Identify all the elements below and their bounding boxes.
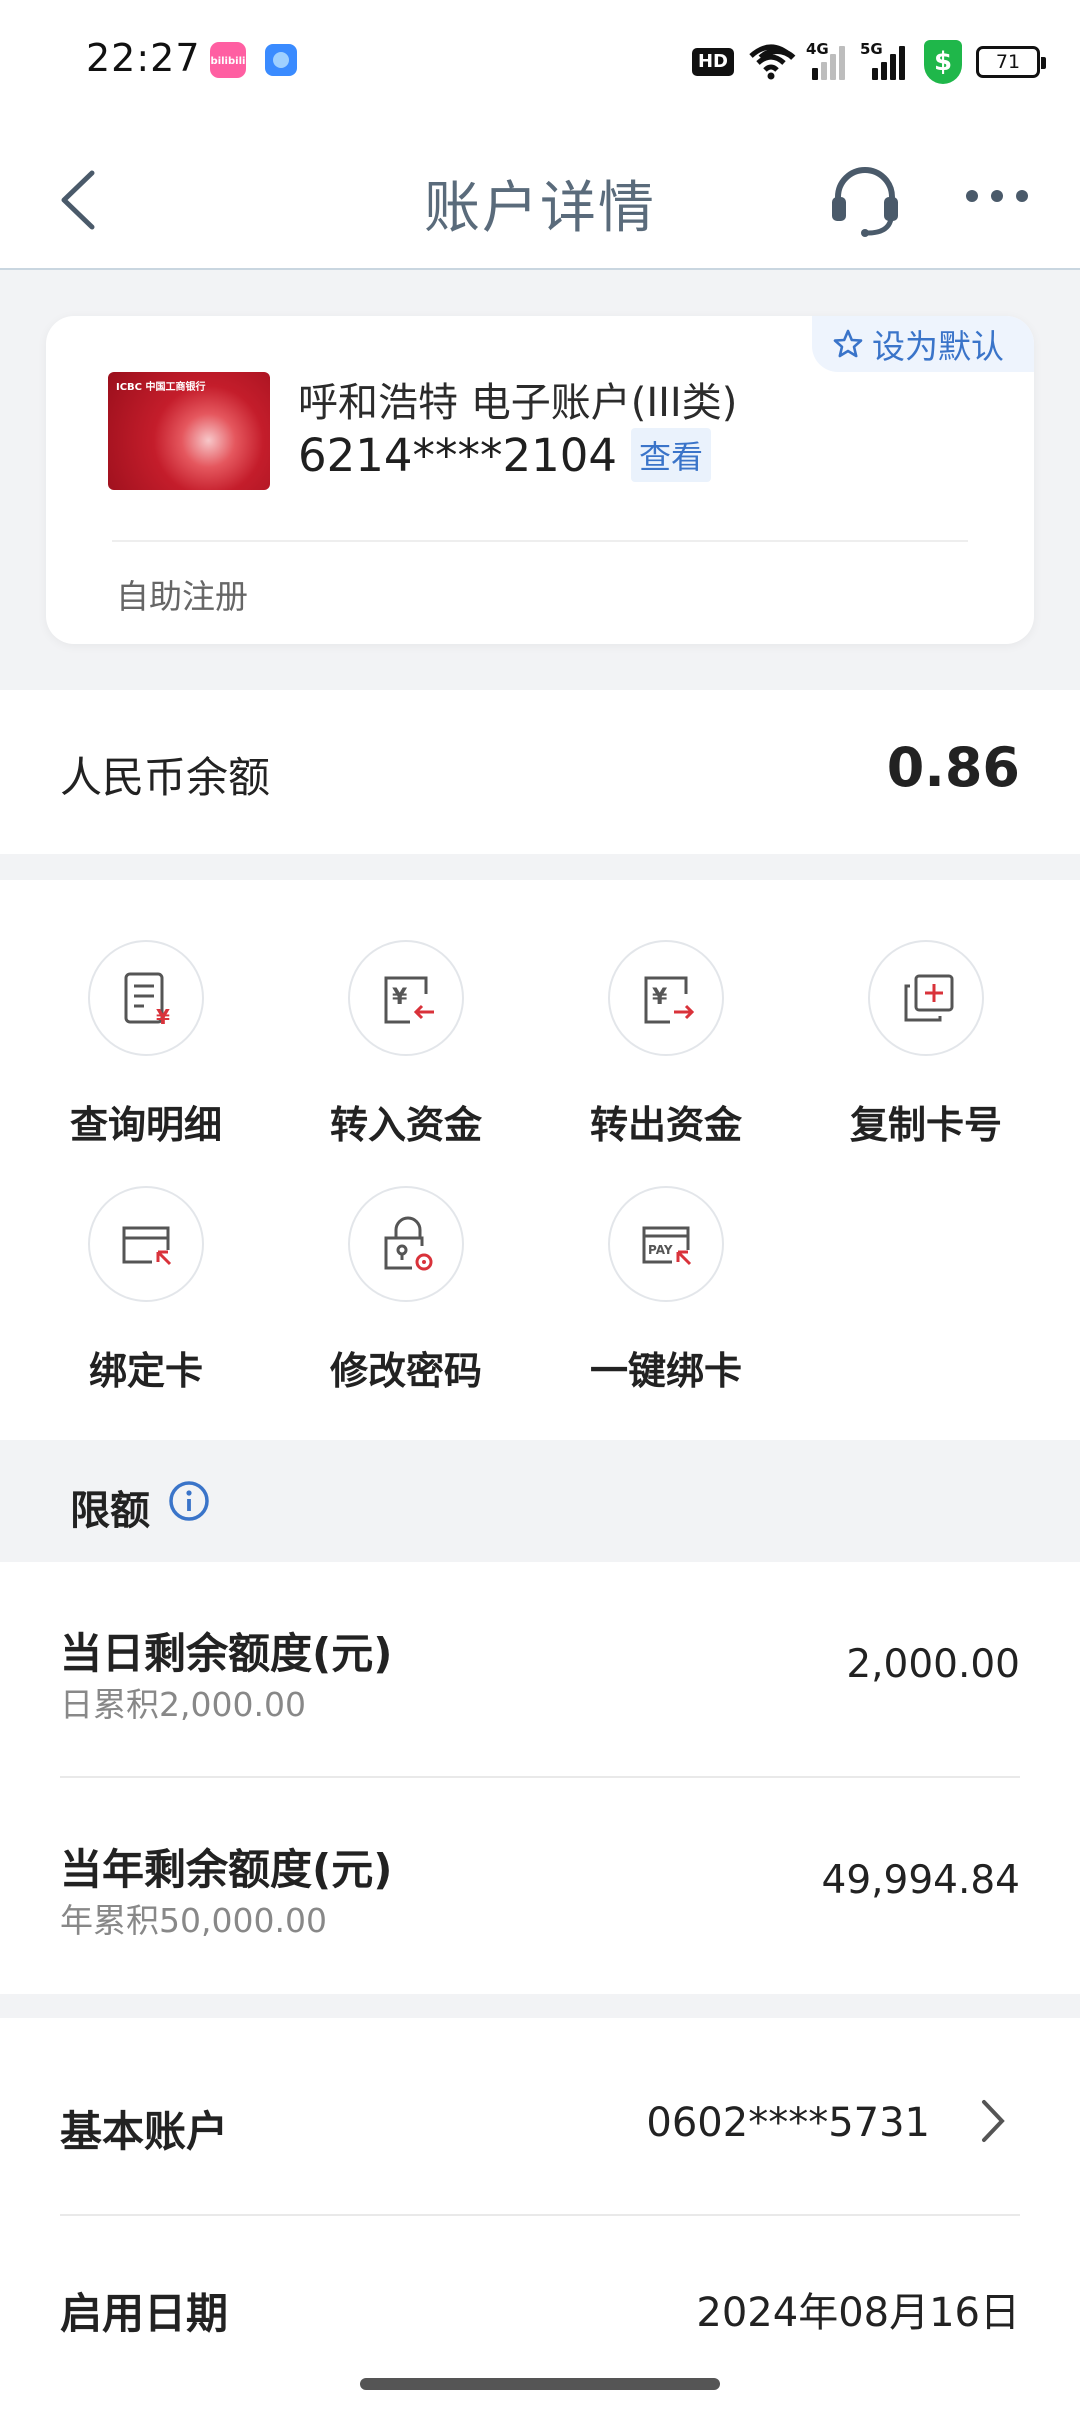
limits-section: 当日剩余额度(元) 日累积2,000.00 2,000.00 当年剩余额度(元)… [0, 1562, 1080, 1994]
signal-5g-label: 5G [860, 40, 883, 58]
view-number-button[interactable]: 查看 [631, 428, 712, 482]
limit-subtitle: 年累积50,000.00 [60, 1901, 327, 1940]
limits-header: 限额 [0, 1442, 1080, 1562]
security-shield-icon: $ [924, 40, 962, 84]
account-number: 6214****2104 [298, 428, 618, 482]
action-transfer-out[interactable]: ¥ 转出资金 [536, 940, 796, 1149]
info-key: 基本账户 [60, 2107, 229, 2156]
more-options-button[interactable] [962, 181, 1032, 211]
svg-text:¥: ¥ [392, 985, 408, 1010]
transfer-in-icon: ¥ [384, 976, 434, 1024]
headset-icon [832, 167, 898, 237]
limits-info-button[interactable] [168, 1480, 210, 1522]
action-label: 绑定卡 [88, 1349, 203, 1393]
account-name: 呼和浩特 电子账户(III类) [298, 380, 738, 426]
more-dots-icon [966, 190, 1028, 202]
info-key: 启用日期 [60, 2289, 229, 2338]
bank-card-image: ICBC 中国工商银行 [108, 372, 270, 490]
battery-level: 71 [995, 51, 1021, 73]
limits-title: 限额 [70, 1488, 150, 1534]
action-label: 转入资金 [329, 1103, 482, 1147]
bind-card-icon [122, 1226, 172, 1266]
battery-icon: 71 [976, 46, 1046, 78]
transfer-out-icon: ¥ [644, 976, 695, 1024]
bilibili-app-label: bilibili [210, 56, 246, 67]
nav-bar: 账户详情 [0, 125, 1080, 270]
card-brand-text: ICBC 中国工商银行 [116, 382, 206, 393]
action-quick-bind-card[interactable]: PAY 一键绑卡 [536, 1186, 796, 1395]
daily-limit-row: 当日剩余额度(元) 日累积2,000.00 2,000.00 [60, 1562, 1020, 1778]
set-default-button[interactable]: 设为默认 [812, 316, 1034, 372]
balance-row: 人民币余额 0.86 [0, 690, 1080, 854]
svg-text:¥: ¥ [156, 1005, 170, 1029]
action-label: 修改密码 [329, 1349, 482, 1393]
account-info-section: 基本账户 0602****5731 启用日期 2024年08月16日 [0, 2018, 1080, 2412]
hd-voice-icon: HD [691, 48, 734, 76]
action-change-password[interactable]: 修改密码 [276, 1186, 536, 1395]
action-grid: ¥ 查询明细 ¥ 转入资金 ¥ 转出资金 复制卡号 绑定卡 修改密码 PAY 一… [0, 880, 1080, 1440]
account-number-row: 6214****2104 查看 [298, 428, 712, 482]
limit-value: 2,000.00 [846, 1642, 1020, 1687]
action-transfer-in[interactable]: ¥ 转入资金 [276, 940, 536, 1149]
info-value: 2024年08月16日 [696, 2290, 1020, 2336]
info-value: 0602****5731 [646, 2100, 930, 2146]
limit-value: 49,994.84 [821, 1858, 1021, 1903]
linked-account-row[interactable]: 基本账户 0602****5731 [60, 2018, 1020, 2198]
card-divider [112, 540, 968, 542]
signal-5g-icon: 5G [860, 40, 910, 80]
customer-service-button[interactable] [828, 163, 902, 237]
action-label: 查询明细 [69, 1103, 222, 1147]
balance-amount: 0.86 [886, 736, 1020, 799]
signal-4g-label: 4G [806, 40, 829, 58]
limit-subtitle: 日累积2,000.00 [60, 1685, 306, 1724]
action-bind-card[interactable]: 绑定卡 [16, 1186, 276, 1395]
info-icon [169, 1481, 209, 1521]
activation-date-row: 启用日期 2024年08月16日 [60, 2216, 1020, 2396]
action-label: 一键绑卡 [589, 1349, 742, 1393]
wifi-icon [748, 44, 803, 80]
svg-text:¥: ¥ [652, 985, 668, 1010]
status-time: 22:27 [86, 36, 201, 80]
copy-icon [904, 974, 954, 1022]
action-statement[interactable]: ¥ 查询明细 [16, 940, 276, 1149]
action-label: 转出资金 [589, 1103, 742, 1147]
svg-text:PAY: PAY [648, 1243, 673, 1257]
set-default-label: 设为默认 [872, 327, 1004, 366]
account-card-section: 设为默认 ICBC 中国工商银行 呼和浩特 电子账户(III类) 6214***… [0, 272, 1080, 690]
limit-title: 当日剩余额度(元) [60, 1629, 393, 1678]
bilibili-app-icon: bilibili [210, 42, 246, 78]
limit-title: 当年剩余额度(元) [60, 1845, 393, 1894]
account-card: 设为默认 ICBC 中国工商银行 呼和浩特 电子账户(III类) 6214***… [46, 316, 1034, 644]
registration-type: 自助注册 [116, 577, 248, 616]
action-label: 复制卡号 [849, 1103, 1002, 1147]
star-outline-icon [833, 329, 863, 358]
password-lock-icon [384, 1216, 433, 1271]
status-bar: 22:27 bilibili HD 4G 5G $ 71 [0, 0, 1080, 125]
action-copy-card-number[interactable]: 复制卡号 [796, 940, 1056, 1149]
pay-card-icon: PAY [642, 1226, 692, 1266]
statement-icon: ¥ [124, 972, 170, 1029]
signal-4g-icon: 4G [806, 40, 848, 80]
notification-app-icon [265, 44, 297, 76]
balance-label: 人民币余额 [60, 753, 271, 802]
chevron-right-icon [982, 2100, 1005, 2142]
home-indicator[interactable] [360, 2378, 720, 2390]
yearly-limit-row: 当年剩余额度(元) 年累积50,000.00 49,994.84 [60, 1778, 1020, 1994]
page-title: 账户详情 [424, 176, 656, 241]
